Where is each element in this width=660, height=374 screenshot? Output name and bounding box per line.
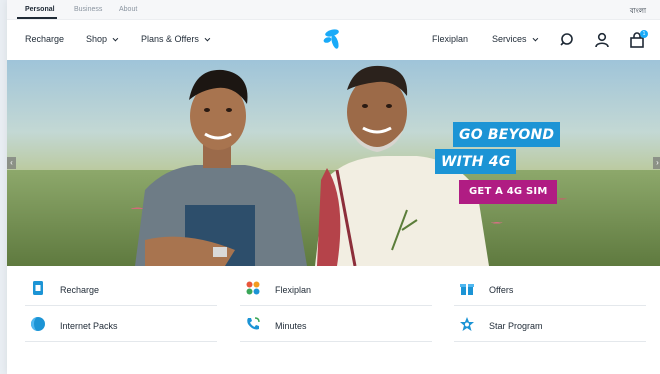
nav-flexiplan[interactable]: Flexiplan (432, 34, 468, 44)
star-icon (460, 317, 474, 331)
hero-headline-line1: GO BEYOND (453, 122, 561, 147)
quick-link-offers[interactable]: Offers (454, 270, 646, 306)
chevron-down-icon (204, 35, 211, 42)
quick-link-label: Star Program (489, 321, 543, 331)
quick-link-label: Flexiplan (275, 285, 312, 295)
quick-links-grid: Recharge Flexiplan Offers Internet Packs… (7, 266, 660, 374)
app-frame: Personal Business About বাংলা Recharge S… (7, 0, 660, 374)
phone-icon (247, 317, 260, 330)
chevron-down-icon (532, 35, 538, 42)
quick-link-internet-packs[interactable]: Internet Packs (25, 306, 217, 342)
main-nav: Recharge Shop Plans & Offers Flexiplan S… (7, 20, 660, 60)
quick-link-recharge[interactable]: Recharge (25, 270, 217, 306)
language-toggle[interactable]: বাংলা (630, 5, 646, 17)
tab-personal[interactable]: Personal (25, 6, 55, 13)
globe-icon (31, 317, 45, 331)
tab-about[interactable]: About (119, 6, 137, 13)
quick-link-flexiplan[interactable]: Flexiplan (240, 270, 432, 306)
quick-link-label: Internet Packs (60, 321, 118, 331)
chevron-right-icon[interactable]: › (653, 157, 660, 169)
quick-link-star-program[interactable]: Star Program (454, 306, 646, 342)
nav-shop[interactable]: Shop (86, 34, 119, 44)
quick-link-label: Recharge (60, 285, 100, 295)
hero-banner[interactable]: GO BEYOND WITH 4G GET A 4G SIM ‹ › (7, 60, 660, 266)
telenor-logo-icon[interactable] (320, 27, 348, 53)
nav-services-label: Services (492, 34, 527, 44)
quick-link-label: Minutes (275, 321, 307, 331)
segment-bar: Personal Business About বাংলা (7, 0, 660, 20)
nav-plans-label: Plans & Offers (141, 34, 199, 44)
get-4g-sim-button[interactable]: GET A 4G SIM (459, 180, 558, 204)
user-icon[interactable] (594, 32, 610, 48)
search-icon[interactable] (560, 32, 576, 48)
chevron-left-icon[interactable]: ‹ (7, 157, 16, 169)
quick-link-label: Offers (489, 285, 514, 295)
nav-plans-offers[interactable]: Plans & Offers (141, 34, 211, 44)
nav-recharge[interactable]: Recharge (25, 34, 64, 44)
nav-shop-label: Shop (86, 34, 108, 44)
gift-icon (460, 284, 474, 295)
hero-headline-line2: WITH 4G (435, 149, 517, 174)
active-tab-indicator (17, 17, 57, 19)
tab-business[interactable]: Business (74, 6, 102, 13)
nav-services[interactable]: Services (492, 34, 538, 44)
recharge-card-icon (33, 281, 43, 295)
flexiplan-dots-icon (246, 281, 260, 295)
quick-link-minutes[interactable]: Minutes (240, 306, 432, 342)
hero-person-young-man (135, 69, 307, 266)
cart-count-badge: 1 (640, 30, 648, 38)
chevron-down-icon (112, 35, 119, 42)
